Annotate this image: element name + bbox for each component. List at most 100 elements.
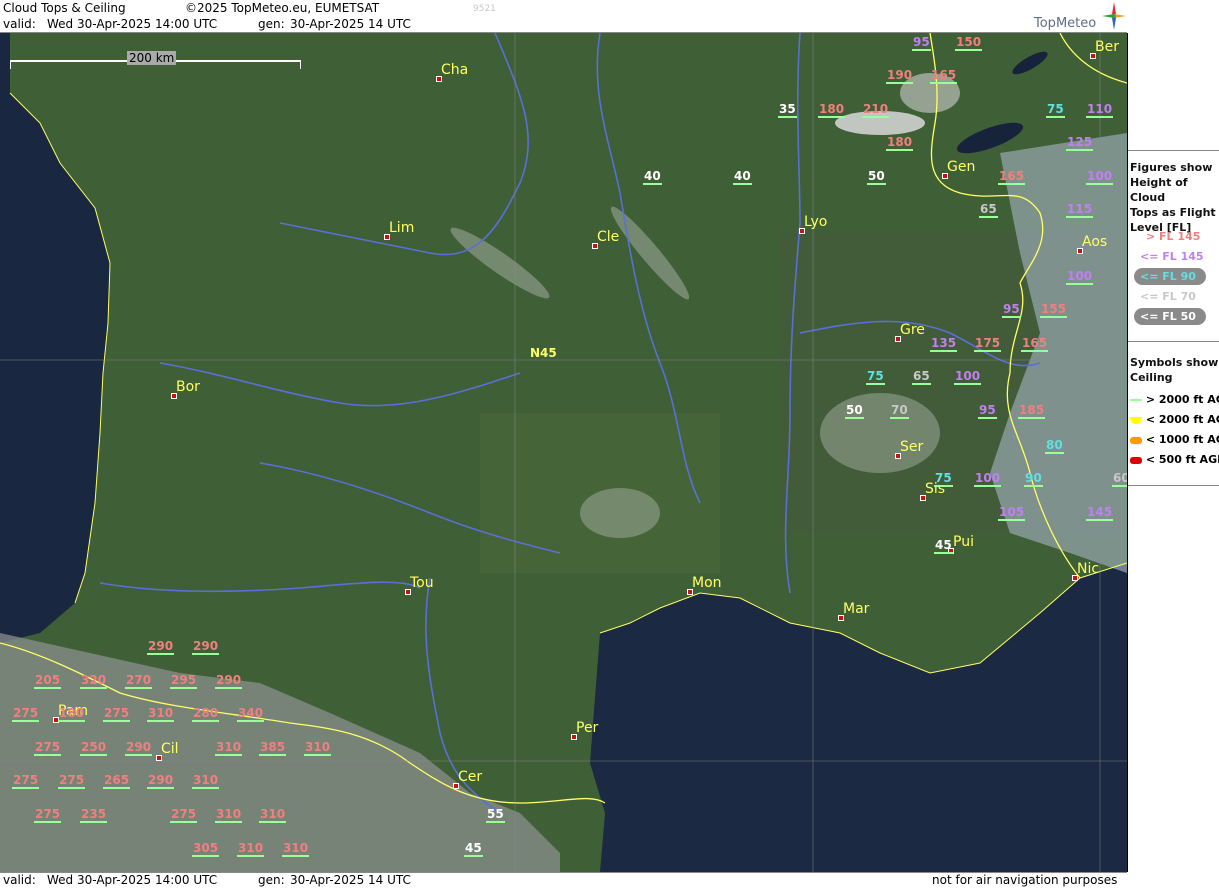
city-label: Pui xyxy=(953,534,974,550)
city-label: Per xyxy=(576,720,599,736)
cloud-top-value: 70 xyxy=(890,403,909,419)
cloud-top-value: 100 xyxy=(1066,269,1094,285)
city-label: Gen xyxy=(947,159,976,175)
image-code: 9521 xyxy=(473,4,496,14)
cloud-top-value: 310 xyxy=(237,841,265,857)
header-bar: Cloud Tops & Ceiling ©2025 TopMeteo.eu, … xyxy=(0,0,1127,33)
city-label: Lyo xyxy=(804,214,828,230)
cloud-top-value: 75 xyxy=(866,369,885,385)
cloud-top-value: 275 xyxy=(103,706,131,722)
footer-bar: valid: Wed 30-Apr-2025 14:00 UTC gen: 30… xyxy=(0,872,1127,888)
cloud-top-value: 100 xyxy=(954,369,982,385)
cloud-top-value: 180 xyxy=(886,135,914,151)
cloud-top-value: 155 xyxy=(1040,302,1068,318)
city-label: Mon xyxy=(692,575,722,591)
cloud-top-value: 40 xyxy=(733,169,752,185)
cloud-top-value: 180 xyxy=(58,706,86,722)
cloud-top-value: 275 xyxy=(34,807,62,823)
symbols-legend-line: Ceiling xyxy=(1130,371,1173,384)
cloud-top-value: 100 xyxy=(974,471,1002,487)
valid-time: Wed 30-Apr-2025 14:00 UTC xyxy=(47,17,218,31)
cloud-top-value: 95 xyxy=(1002,302,1021,318)
ceiling-yellow-icon xyxy=(1130,416,1142,424)
legend-level-item: <= FL 145 xyxy=(1140,250,1204,263)
brand-name: TopMeteo xyxy=(1034,16,1097,31)
symbol-legend-item: < 1000 ft AGL xyxy=(1130,433,1219,446)
cloud-top-value: 175 xyxy=(974,336,1002,352)
cloud-top-value: 385 xyxy=(259,740,287,756)
scale-bar-label: 200 km xyxy=(127,51,177,65)
cloud-top-value: 310 xyxy=(259,807,287,823)
cloud-top-value: 275 xyxy=(34,740,62,756)
cloud-top-value: 320 xyxy=(80,673,108,689)
legend-panel: Figures show Height of Cloud Tops as Fli… xyxy=(1128,0,1219,887)
valid-label: valid: xyxy=(3,17,36,31)
cloud-top-value: 50 xyxy=(867,169,886,185)
cloud-top-value: 290 xyxy=(147,639,175,655)
city-label: Bor xyxy=(176,379,200,395)
cloud-top-value: 95 xyxy=(978,403,997,419)
cloud-top-value: 210 xyxy=(862,102,890,118)
cloud-top-value: 145 xyxy=(1086,505,1114,521)
cloud-top-value: 290 xyxy=(192,639,220,655)
cloud-top-value: 275 xyxy=(58,773,86,789)
cloud-top-value: 90 xyxy=(1024,471,1043,487)
cloud-top-value: 45 xyxy=(934,538,953,554)
legend-level-item: > FL 145 xyxy=(1146,230,1201,243)
cloud-top-value: 265 xyxy=(103,773,131,789)
cloud-top-value: 80 xyxy=(1045,438,1064,454)
figures-legend-line: Tops as Flight xyxy=(1130,206,1216,219)
cloud-top-value: 290 xyxy=(125,740,153,756)
cloud-top-value: 110 xyxy=(1086,102,1114,118)
symbols-legend-title: Symbols show Ceiling xyxy=(1130,355,1218,385)
cloud-top-value: 180 xyxy=(818,102,846,118)
cloud-top-value: 135 xyxy=(930,336,958,352)
city-label: Mar xyxy=(843,601,870,617)
city-label: Lim xyxy=(389,220,415,236)
cloud-top-value: 290 xyxy=(215,673,243,689)
symbol-legend-item: < 500 ft AGL xyxy=(1130,453,1219,466)
cloud-top-value: 95 xyxy=(912,35,931,51)
footer-valid-label: valid: xyxy=(3,873,36,887)
footer-valid-time: Wed 30-Apr-2025 14:00 UTC xyxy=(47,873,218,887)
cloud-top-value: 35 xyxy=(778,102,797,118)
city-label: Aos xyxy=(1082,234,1108,250)
city-label: Cil xyxy=(161,741,179,757)
symbol-legend-item: > 2000 ft AGL xyxy=(1130,393,1219,406)
legend-level-item: <= FL 70 xyxy=(1140,290,1196,303)
cloud-top-value: 250 xyxy=(80,740,108,756)
symbol-legend-item: < 2000 ft AGL xyxy=(1130,413,1219,426)
cloud-top-value: 275 xyxy=(170,807,198,823)
cloud-top-value: 75 xyxy=(1046,102,1065,118)
cloud-top-value: 165 xyxy=(1021,336,1049,352)
cloud-top-value: 55 xyxy=(486,807,505,823)
cloud-top-value: 310 xyxy=(215,807,243,823)
disclaimer: not for air navigation purposes xyxy=(932,873,1118,887)
city-label: Cha xyxy=(441,62,469,78)
symbols-legend-line: Symbols show xyxy=(1130,356,1219,369)
cloud-top-value: 190 xyxy=(886,68,914,84)
compass-logo-icon xyxy=(1102,2,1126,33)
cloud-top-value: 60 xyxy=(1112,472,1127,487)
cloud-top-value: 305 xyxy=(192,841,220,857)
copyright: ©2025 TopMeteo.eu, EUMETSAT xyxy=(185,1,380,15)
legend-level-item: <= FL 50 xyxy=(1140,310,1196,323)
gen-label: gen: xyxy=(258,17,285,31)
cloud-top-value: 100 xyxy=(1086,169,1114,185)
gen-time: 30-Apr-2025 14 UTC xyxy=(290,17,411,31)
cloud-top-value: 205 xyxy=(34,673,62,689)
cloud-top-value: 290 xyxy=(147,773,175,789)
cloud-top-value: 165 xyxy=(998,169,1026,185)
ceiling-line-green-icon xyxy=(1130,399,1142,401)
satellite-map[interactable]: 200 km N45 Cha Lim Cle Lyo Gen Ber Aos Gre Bor Se… xyxy=(0,33,1128,872)
cloud-top-value: 275 xyxy=(12,773,40,789)
cloud-top-value: 310 xyxy=(304,740,332,756)
figures-legend-line: Figures show xyxy=(1130,161,1213,174)
footer-gen-time: 30-Apr-2025 14 UTC xyxy=(290,873,411,887)
cloud-top-value: 65 xyxy=(979,202,998,218)
cloud-top-value: 150 xyxy=(955,35,983,51)
city-label: Gre xyxy=(900,322,925,338)
cloud-top-value: 295 xyxy=(170,673,198,689)
cloud-top-value: 165 xyxy=(930,68,958,84)
city-label: Ber xyxy=(1095,39,1119,55)
